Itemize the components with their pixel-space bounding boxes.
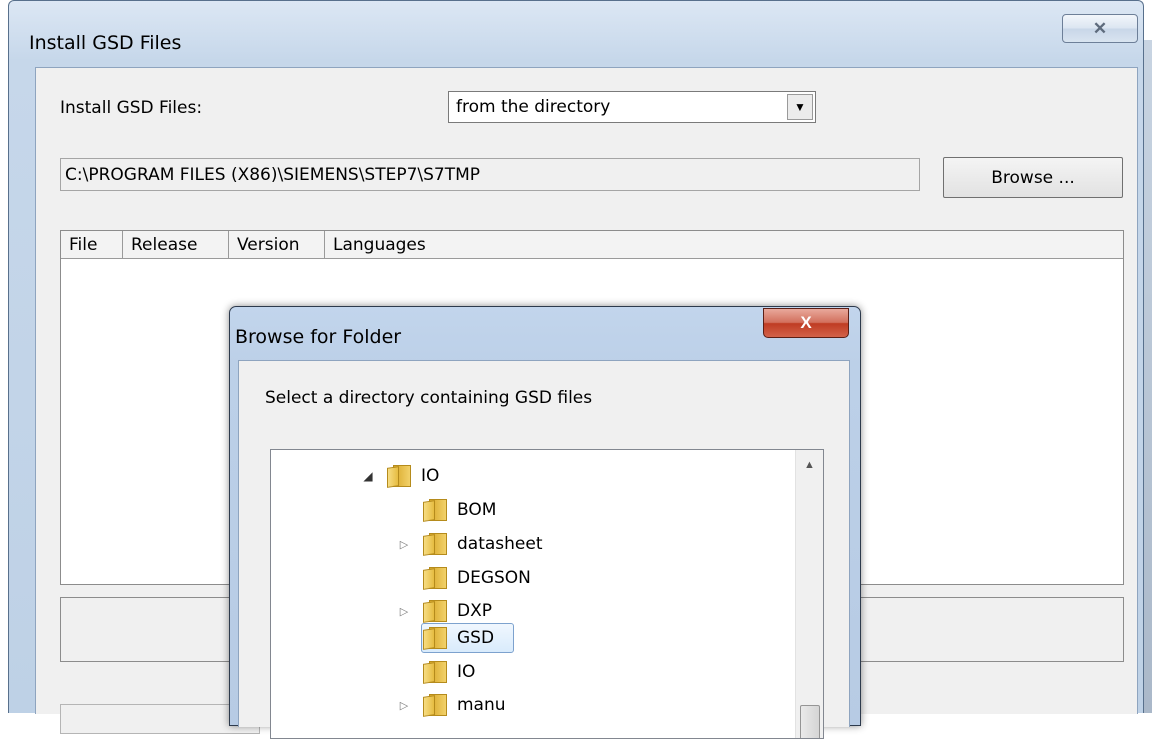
- tree-item-io-sub[interactable]: IO: [271, 657, 791, 687]
- tree-item-manu[interactable]: ▷ manu: [271, 690, 791, 720]
- scroll-thumb[interactable]: [800, 705, 820, 738]
- folder-icon: [423, 567, 449, 590]
- folder-tree[interactable]: ◢ IO BOM ▷ datasheet DEGSON ▷ DXP GSD IO…: [270, 449, 824, 739]
- tree-item-label: IO: [421, 466, 440, 486]
- directory-path-value: C:\PROGRAM FILES (X86)\SIEMENS\STEP7\S7T…: [65, 165, 481, 185]
- tree-item-label: GSD: [457, 628, 495, 648]
- dialog-client-area: Select a directory containing GSD files …: [238, 360, 850, 739]
- dialog-description: Select a directory containing GSD files: [265, 388, 593, 408]
- tree-item-bom[interactable]: BOM: [271, 495, 791, 525]
- list-header: File Release Version Languages: [61, 231, 1123, 259]
- folder-icon: [423, 533, 449, 556]
- folder-icon: [423, 499, 449, 522]
- tree-item-label: DEGSON: [457, 568, 531, 588]
- source-dropdown-value: from the directory: [456, 97, 611, 117]
- tree-item-io[interactable]: ◢ IO: [271, 461, 791, 491]
- install-gsd-label: Install GSD Files:: [60, 98, 203, 118]
- tree-item-datasheet[interactable]: ▷ datasheet: [271, 529, 791, 559]
- browse-for-folder-dialog: Browse for Folder X Select a directory c…: [229, 306, 861, 739]
- close-button[interactable]: ✕: [1062, 14, 1138, 43]
- folder-icon: [423, 627, 449, 650]
- tree-item-gsd[interactable]: GSD: [271, 623, 791, 653]
- tree-item-degson[interactable]: DEGSON: [271, 563, 791, 593]
- column-header-version[interactable]: Version: [229, 231, 325, 258]
- column-header-languages[interactable]: Languages: [325, 231, 1123, 258]
- column-header-file[interactable]: File: [61, 231, 123, 258]
- tree-item-label: DXP: [457, 601, 492, 621]
- tree-item-dxp[interactable]: ▷ DXP: [271, 596, 791, 626]
- expand-arrow-icon[interactable]: ▷: [397, 699, 411, 712]
- tree-item-label: IO: [457, 662, 476, 682]
- folder-icon: [423, 661, 449, 684]
- chevron-down-icon[interactable]: ▼: [787, 94, 813, 120]
- directory-path-field[interactable]: C:\PROGRAM FILES (X86)\SIEMENS\STEP7\S7T…: [60, 158, 920, 191]
- source-dropdown[interactable]: from the directory ▼: [448, 91, 816, 123]
- column-header-release[interactable]: Release: [123, 231, 229, 258]
- window-title: Install GSD Files: [29, 32, 182, 54]
- close-icon: X: [800, 313, 812, 332]
- vertical-scrollbar[interactable]: ▲: [795, 450, 823, 738]
- expand-arrow-icon[interactable]: ▷: [397, 605, 411, 618]
- expand-arrow-icon[interactable]: ▷: [397, 538, 411, 551]
- folder-icon: [387, 465, 413, 488]
- dialog-close-button[interactable]: X: [763, 308, 849, 338]
- scroll-up-icon[interactable]: ▲: [796, 450, 823, 480]
- folder-icon: [423, 600, 449, 623]
- browse-button[interactable]: Browse ...: [943, 157, 1123, 198]
- dialog-title: Browse for Folder: [235, 326, 402, 348]
- tree-item-label: BOM: [457, 500, 497, 520]
- close-icon: ✕: [1092, 18, 1108, 38]
- collapse-arrow-icon[interactable]: ◢: [361, 469, 375, 483]
- tree-item-label: datasheet: [457, 534, 543, 554]
- tree-item-label: manu: [457, 695, 506, 715]
